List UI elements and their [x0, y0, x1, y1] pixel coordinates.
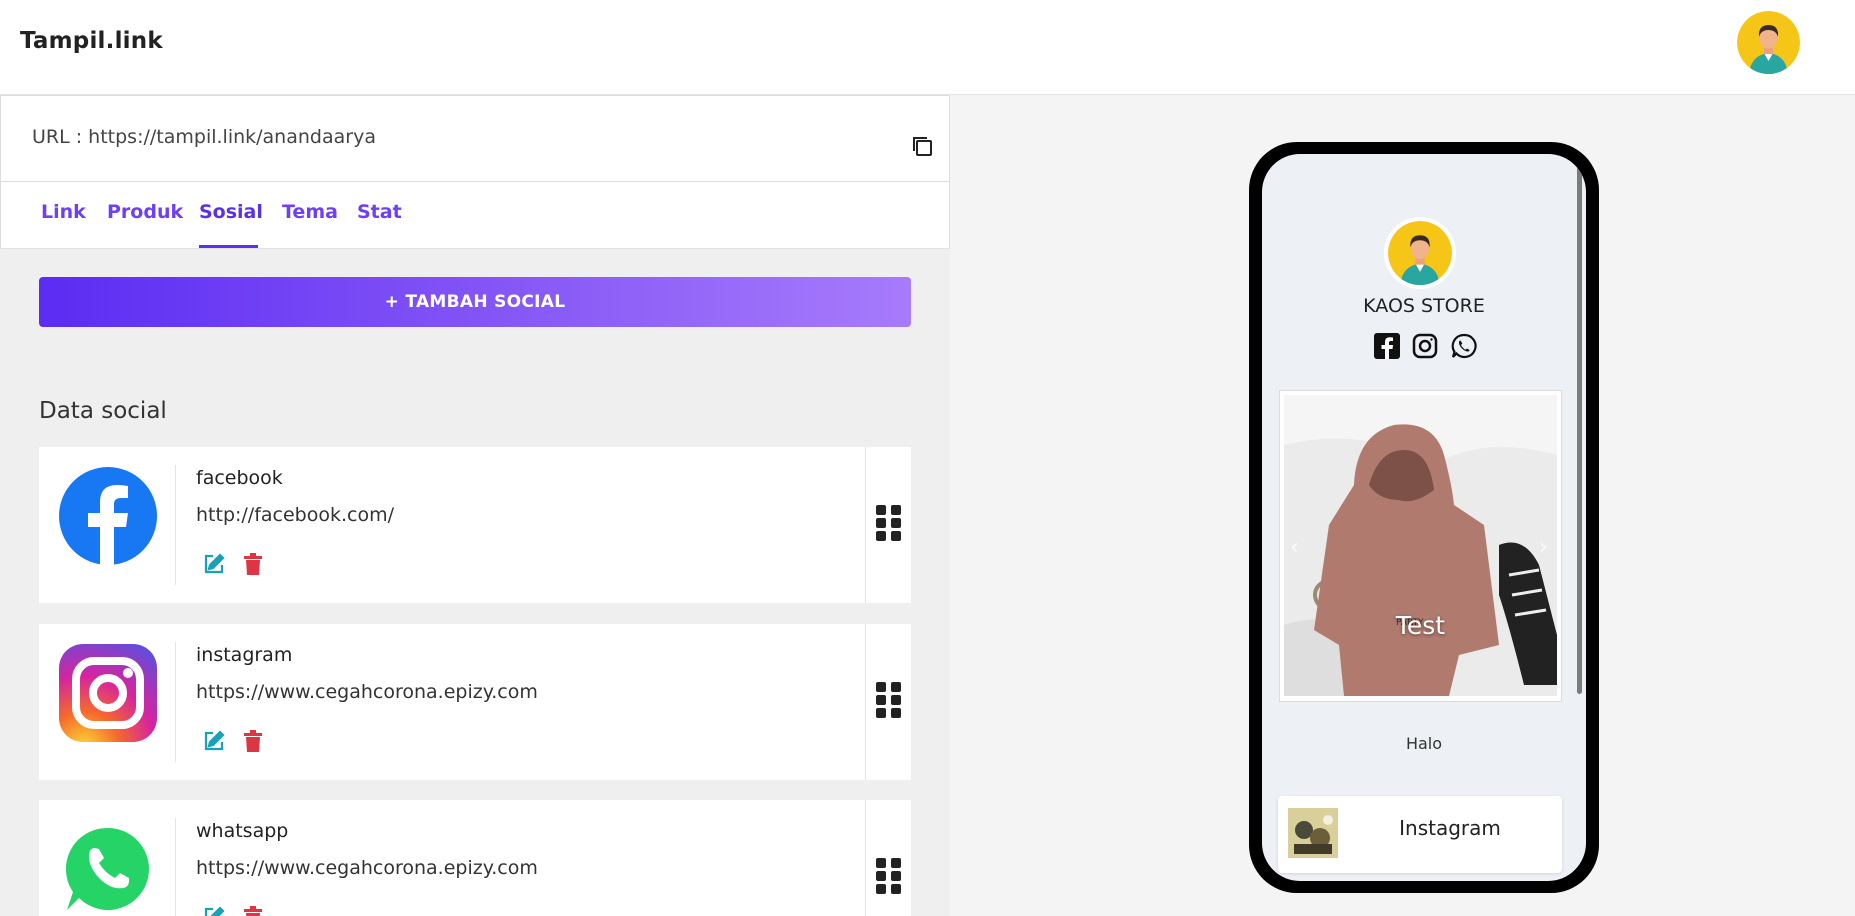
link-thumbnail: [1288, 808, 1338, 858]
profile-url-text: URL : https://tampil.link/anandaarya: [32, 126, 376, 148]
trash-icon[interactable]: [244, 553, 262, 575]
carousel-next-icon[interactable]: ›: [1539, 535, 1548, 560]
brand-logo-text[interactable]: Tampil.link: [20, 28, 163, 54]
card-divider: [175, 818, 176, 916]
section-title: Data social: [39, 398, 167, 424]
social-url: https://www.cegahcorona.epizy.com: [196, 681, 538, 703]
trash-icon[interactable]: [244, 730, 262, 752]
tab-sosial[interactable]: Sosial: [199, 201, 263, 223]
preview-panel: KAOS STORE PARTY Test ‹ › Halo Instagram: [950, 95, 1855, 916]
trash-icon[interactable]: [244, 906, 262, 916]
edit-icon[interactable]: [203, 906, 225, 916]
preview-social-icons: [1370, 333, 1480, 361]
product-image: PARTY Test ‹ ›: [1284, 395, 1557, 696]
instagram-icon: [59, 644, 157, 742]
link-label: Instagram: [1399, 816, 1501, 840]
whatsapp-icon[interactable]: [1451, 333, 1477, 359]
social-url: http://facebook.com/: [196, 504, 395, 526]
profile-avatar-icon: [1384, 217, 1456, 289]
preview-scrollbar[interactable]: [1577, 162, 1582, 694]
phone-frame: KAOS STORE PARTY Test ‹ › Halo Instagram: [1249, 142, 1599, 893]
social-name: facebook: [196, 467, 283, 489]
phone-screen: KAOS STORE PARTY Test ‹ › Halo Instagram: [1262, 154, 1586, 881]
slide-caption: Test: [1395, 611, 1446, 640]
active-tab-indicator: [199, 245, 258, 248]
drag-handle-container: [865, 624, 911, 780]
drag-handle-icon[interactable]: [876, 505, 902, 541]
editor-tabs: Link Produk Sosial Tema Stat: [0, 182, 950, 249]
add-social-button[interactable]: + TAMBAH SOCIAL: [39, 277, 911, 327]
preview-text-block: Halo: [1405, 734, 1443, 753]
drag-handle-icon[interactable]: [876, 682, 902, 718]
social-card-whatsapp: whatsapp https://www.cegahcorona.epizy.c…: [39, 800, 911, 916]
profile-url-box: URL : https://tampil.link/anandaarya: [0, 95, 950, 182]
social-url: https://www.cegahcorona.epizy.com: [196, 857, 538, 879]
top-navbar: Tampil.link: [0, 0, 1855, 95]
tab-produk[interactable]: Produk: [107, 201, 183, 223]
tab-tema[interactable]: Tema: [282, 201, 338, 223]
copy-icon[interactable]: [910, 134, 934, 158]
card-divider: [175, 465, 176, 585]
whatsapp-icon: [59, 820, 157, 916]
social-name: instagram: [196, 644, 293, 666]
instagram-icon[interactable]: [1412, 333, 1438, 359]
social-card-instagram: instagram https://www.cegahcorona.epizy.…: [39, 624, 911, 780]
preview-link-button[interactable]: Instagram: [1278, 796, 1562, 873]
drag-handle-icon[interactable]: [876, 858, 902, 894]
social-card-facebook: facebook http://facebook.com/: [39, 447, 911, 603]
edit-icon[interactable]: [203, 553, 225, 575]
tab-link[interactable]: Link: [41, 201, 86, 223]
facebook-icon: [59, 467, 157, 565]
drag-handle-container: [865, 447, 911, 603]
carousel-prev-icon[interactable]: ‹: [1290, 535, 1299, 560]
facebook-icon[interactable]: [1374, 333, 1400, 359]
card-divider: [175, 642, 176, 762]
tab-stat[interactable]: Stat: [357, 201, 402, 223]
edit-icon[interactable]: [203, 730, 225, 752]
social-name: whatsapp: [196, 820, 289, 842]
store-name: KAOS STORE: [1363, 295, 1485, 317]
user-avatar-icon[interactable]: [1737, 11, 1800, 74]
drag-handle-container: [865, 800, 911, 916]
editor-panel: URL : https://tampil.link/anandaarya Lin…: [0, 95, 950, 916]
product-carousel[interactable]: PARTY Test ‹ ›: [1279, 390, 1562, 702]
